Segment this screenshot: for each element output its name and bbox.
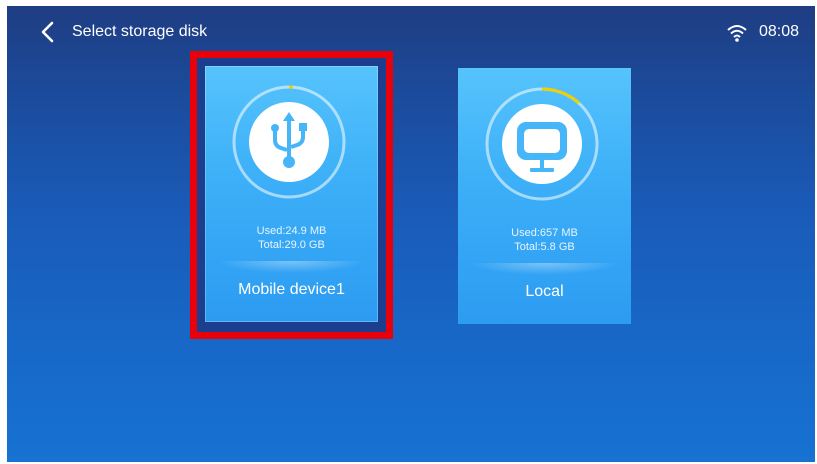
selection-frame-inner: Used:24.9 MB Total:29.0 GB Mobile device… (197, 58, 386, 332)
selection-frame: Used:24.9 MB Total:29.0 GB Mobile device… (190, 51, 393, 339)
disk-usage-ring (231, 84, 347, 200)
disk-total: Total:5.8 GB (514, 241, 575, 253)
page-title: Select storage disk (72, 23, 208, 40)
clock: 08:08 (759, 23, 800, 40)
disk-label: Mobile device1 (238, 281, 345, 298)
disk-usage-ring (484, 86, 600, 202)
top-bar: Select storage disk 08:08 (7, 6, 815, 60)
disk-card-local[interactable]: Used:657 MB Total:5.8 GB Local (458, 68, 631, 324)
wifi-icon (727, 25, 747, 42)
disk-used: Used:24.9 MB (256, 225, 327, 237)
chevron-left-icon (41, 21, 54, 43)
back-button[interactable] (37, 20, 59, 44)
divider (217, 261, 366, 273)
divider (470, 263, 619, 275)
disk-label: Local (525, 283, 564, 300)
disk-card-mobile-device[interactable]: Used:24.9 MB Total:29.0 GB Mobile device… (205, 66, 378, 322)
screen: Select storage disk 08:08 Used:24.9 MB T… (7, 6, 815, 462)
disk-total: Total:29.0 GB (258, 239, 325, 251)
disk-used: Used:657 MB (511, 227, 578, 239)
